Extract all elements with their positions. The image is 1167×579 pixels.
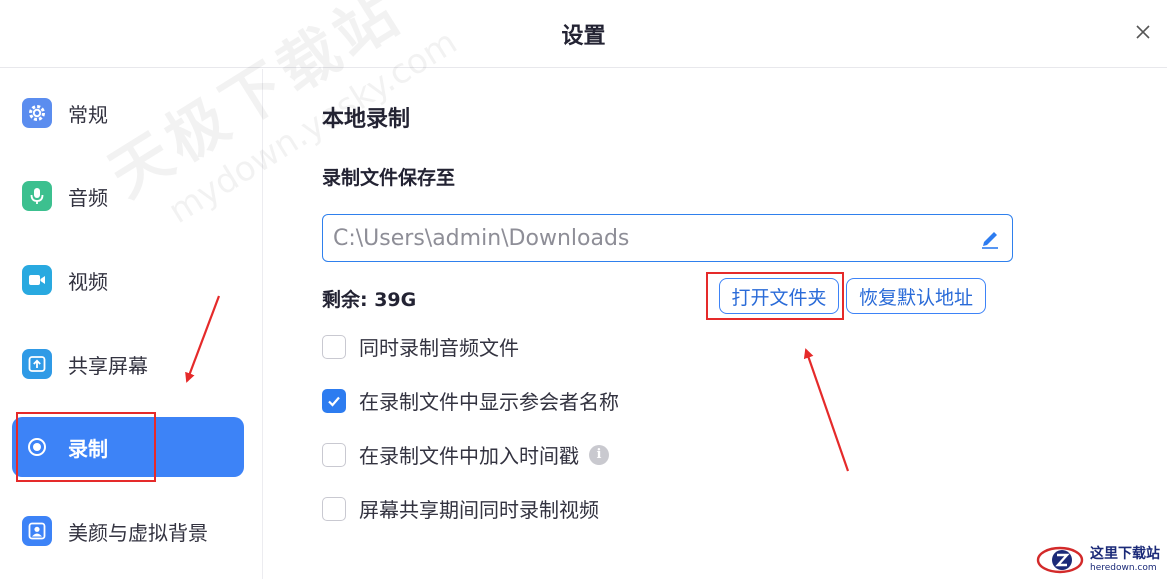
settings-sidebar: 常规 音频 视频 共享屏幕 录制 美颜与虚拟背景 <box>0 69 263 579</box>
close-button[interactable] <box>1129 18 1157 46</box>
gear-icon <box>22 98 52 128</box>
title-bar: 设置 <box>0 0 1167 68</box>
video-camera-icon <box>22 265 52 295</box>
restore-default-path-button[interactable]: 恢复默认地址 <box>846 278 986 314</box>
sidebar-item-label: 常规 <box>68 102 108 127</box>
option-label: 同时录制音频文件 <box>359 336 519 360</box>
save-path-field[interactable]: C:\Users\admin\Downloads <box>322 214 1013 262</box>
window-title: 设置 <box>561 24 606 49</box>
info-icon[interactable]: i <box>589 444 609 465</box>
annotation-box-open-folder <box>706 272 844 320</box>
option-show-participant-names[interactable]: 在录制文件中显示参会者名称 <box>322 386 619 415</box>
remaining-space: 剩余: 39G <box>322 289 417 311</box>
microphone-icon <box>22 181 52 211</box>
option-label: 在录制文件中显示参会者名称 <box>359 390 619 414</box>
sidebar-item-label: 视频 <box>68 269 108 294</box>
sidebar-item-general[interactable]: 常规 <box>12 83 244 143</box>
save-location-label: 录制文件保存至 <box>322 167 456 189</box>
save-path-value: C:\Users\admin\Downloads <box>333 225 630 251</box>
checkmark-icon <box>328 396 340 407</box>
logo-url: heredown.com <box>1090 562 1157 573</box>
sidebar-item-label: 音频 <box>68 185 108 210</box>
person-portrait-icon <box>22 516 52 546</box>
annotation-box-record <box>16 412 156 482</box>
checkbox[interactable] <box>322 442 346 467</box>
option-label: 在录制文件中加入时间戳 <box>359 444 579 468</box>
option-record-video-during-share[interactable]: 屏幕共享期间同时录制视频 <box>322 494 599 523</box>
checkbox-checked[interactable] <box>322 388 346 413</box>
sidebar-item-label: 共享屏幕 <box>68 353 148 378</box>
recording-settings-panel: 本地录制 录制文件保存至 C:\Users\admin\Downloads 剩余… <box>264 69 1167 579</box>
sidebar-item-audio[interactable]: 音频 <box>12 166 244 226</box>
checkbox[interactable] <box>322 496 346 521</box>
logo-emblem-icon <box>1036 546 1084 573</box>
section-title: 本地录制 <box>322 107 411 132</box>
sidebar-item-share-screen[interactable]: 共享屏幕 <box>12 334 244 394</box>
sidebar-item-video[interactable]: 视频 <box>12 250 244 310</box>
sidebar-item-beauty-background[interactable]: 美颜与虚拟背景 <box>12 501 244 561</box>
option-label: 屏幕共享期间同时录制视频 <box>359 498 599 522</box>
logo-name: 这里下载站 <box>1090 545 1160 562</box>
option-record-audio-file[interactable]: 同时录制音频文件 <box>322 332 519 361</box>
sidebar-item-label: 美颜与虚拟背景 <box>68 520 208 545</box>
edit-pencil-icon[interactable] <box>978 227 1002 251</box>
close-icon <box>1136 25 1150 39</box>
site-logo: 这里下载站 heredown.com <box>1036 540 1167 579</box>
option-add-timestamp[interactable]: 在录制文件中加入时间戳 i <box>322 440 609 469</box>
share-screen-icon <box>22 349 52 379</box>
checkbox[interactable] <box>322 334 346 359</box>
